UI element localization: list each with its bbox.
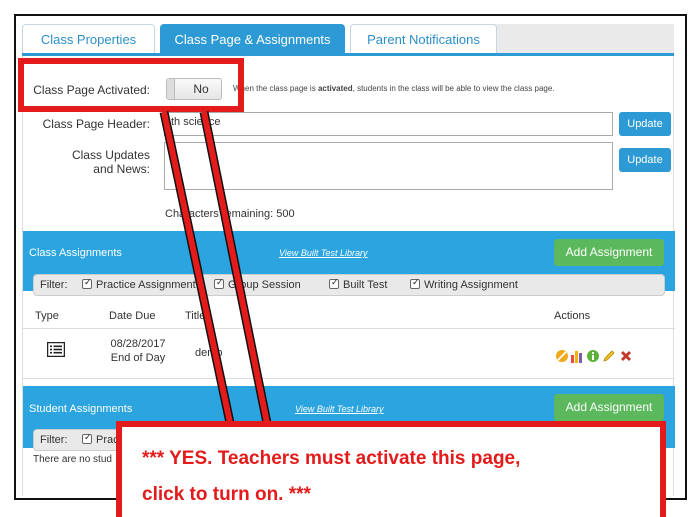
annotation-line-1: *** YES. Teachers must activate this pag…: [142, 448, 521, 469]
annotation-callout: *** YES. Teachers must activate this pag…: [116, 421, 666, 517]
annotation-line-2: click to turn on. ***: [142, 484, 311, 505]
